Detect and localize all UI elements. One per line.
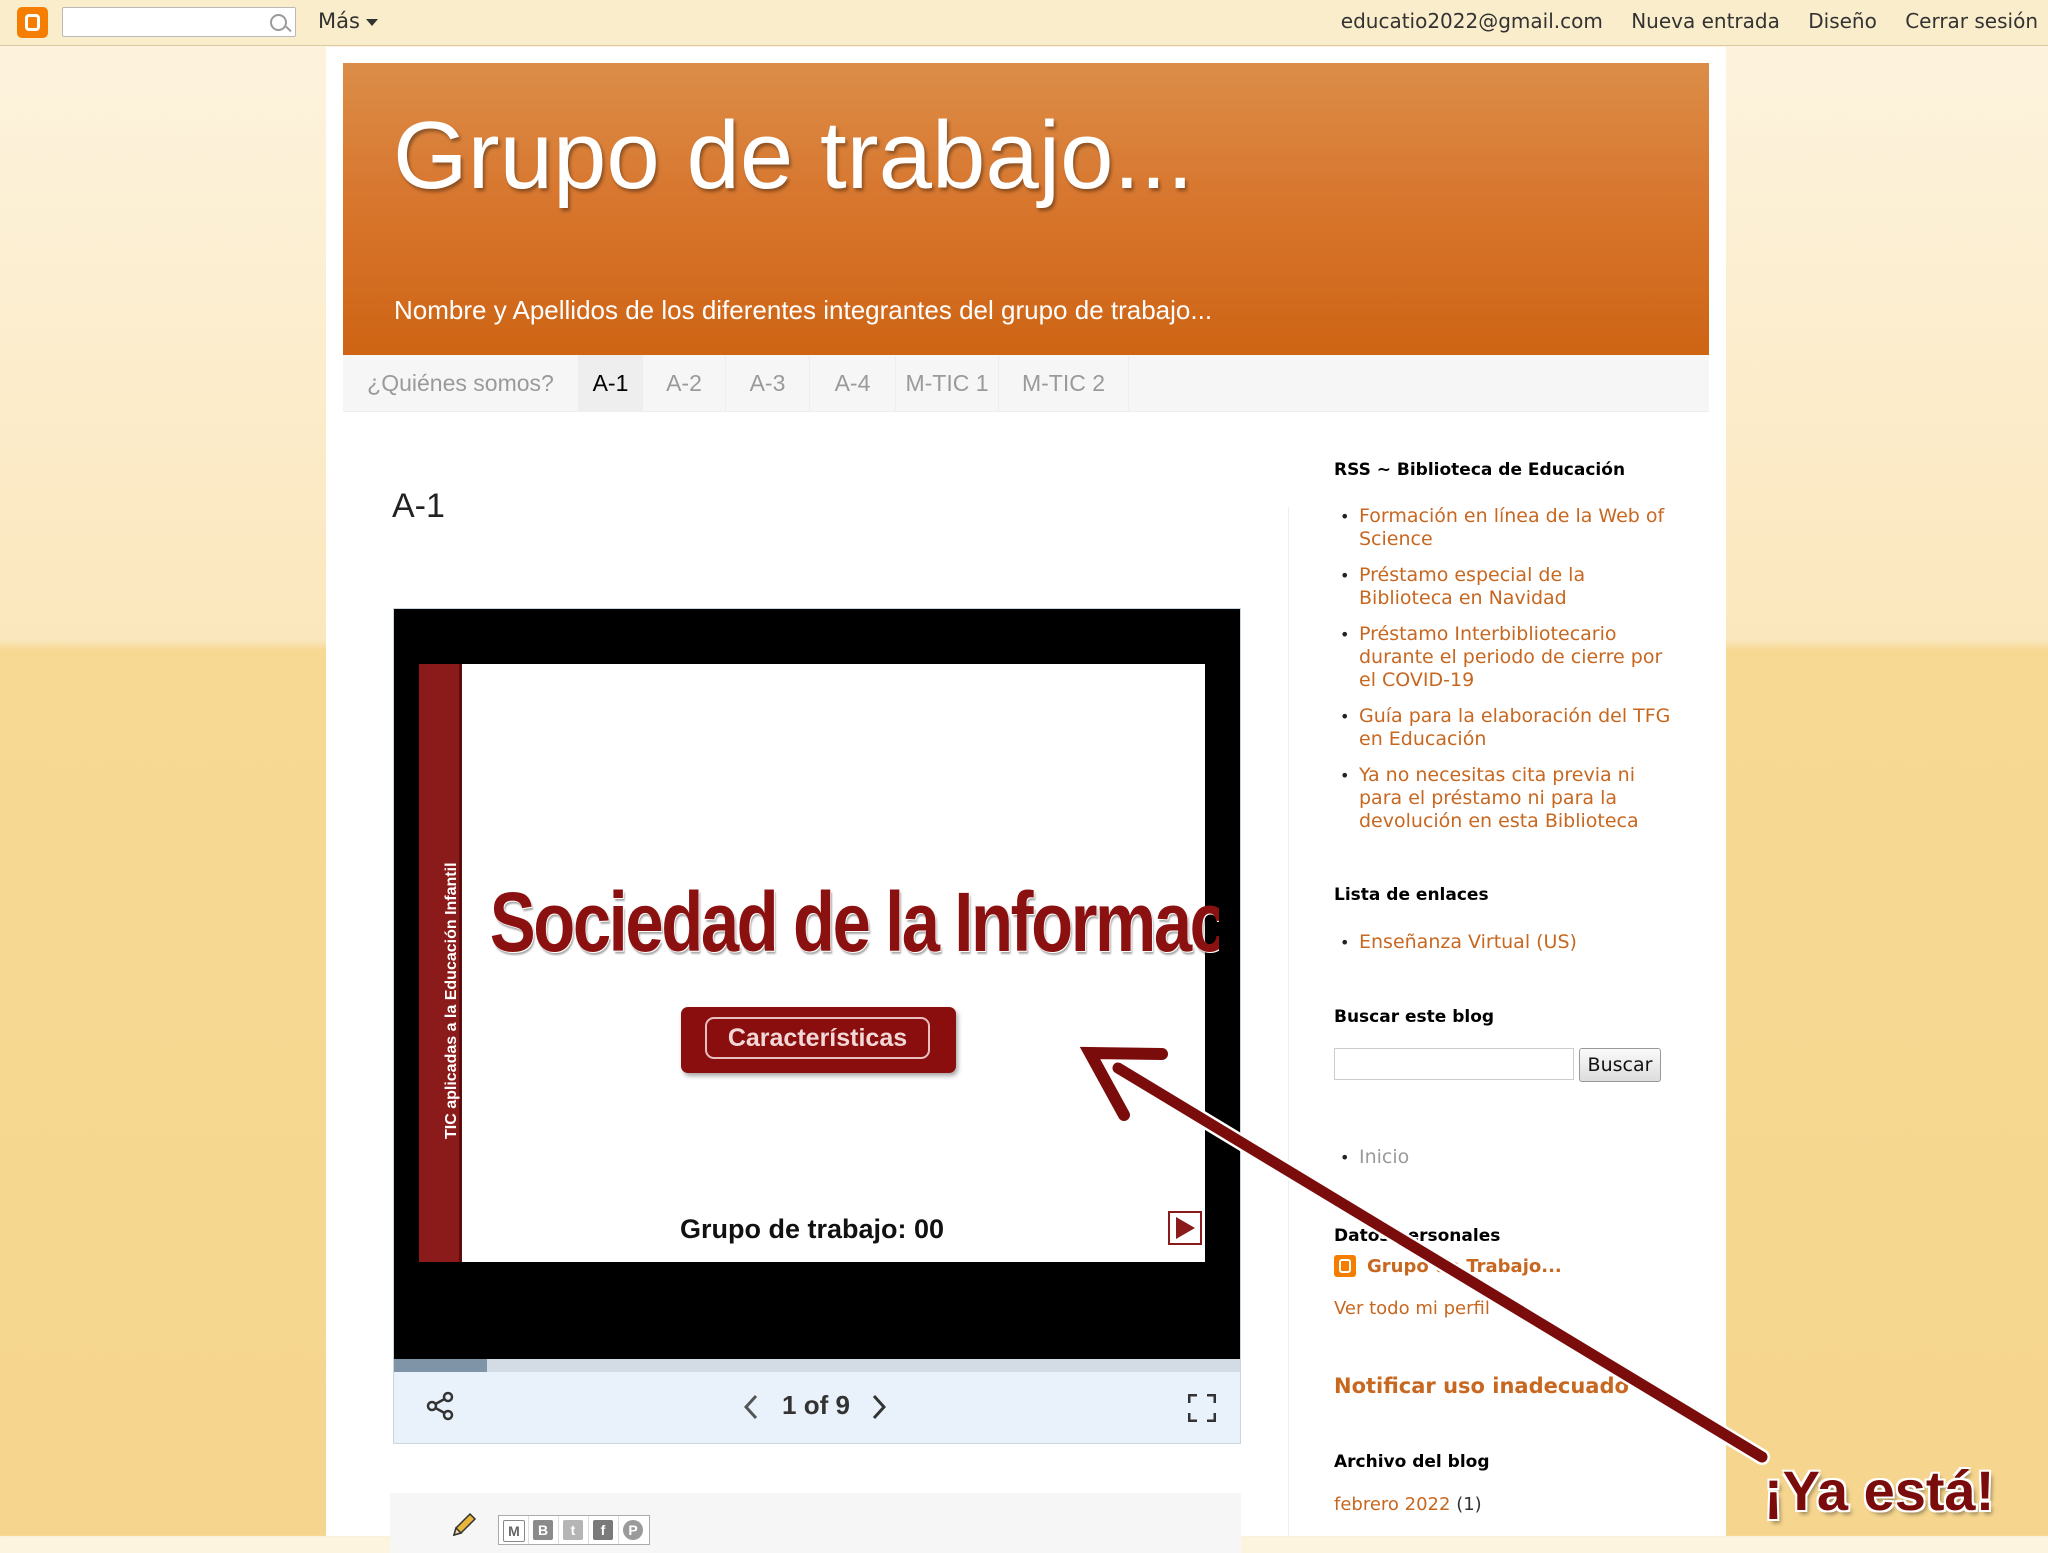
tab-a3[interactable]: A-3	[726, 355, 810, 411]
links-list: Enseñanza Virtual (US)	[1334, 931, 1674, 967]
blog-description: Nombre y Apellidos de los diferentes int…	[394, 295, 1213, 325]
page-indicator: 1 of 9	[782, 1390, 850, 1420]
archive-month-link[interactable]: febrero 2022	[1334, 1494, 1450, 1515]
rss-item[interactable]: Préstamo Interbibliotecario durante el p…	[1334, 623, 1674, 692]
slideshow-progress-fill	[394, 1359, 488, 1372]
rss-item[interactable]: Formación en línea de la Web of Science	[1334, 505, 1674, 551]
search-icon[interactable]	[270, 14, 287, 31]
sign-out-link[interactable]: Cerrar sesión	[1905, 9, 2038, 33]
slide-features-label: Características	[705, 1017, 930, 1059]
post-share-bar: M B t f P	[390, 1493, 1241, 1553]
links-heading: Lista de enlaces	[1334, 885, 1489, 905]
design-link[interactable]: Diseño	[1808, 9, 1877, 33]
rss-heading: RSS ~ Biblioteca de Educación	[1334, 460, 1626, 480]
pages-list: Inicio	[1334, 1146, 1674, 1182]
fullscreen-icon[interactable]	[1188, 1394, 1216, 1422]
rss-list: Formación en línea de la Web of Science …	[1334, 505, 1674, 846]
profile-heading: Datos personales	[1334, 1226, 1501, 1246]
facebook-share-icon[interactable]: f	[589, 1516, 619, 1544]
slide-frame: TIC aplicadas a la Educación Infantil So…	[394, 609, 1240, 1359]
blog-search-button[interactable]: Buscar	[1579, 1048, 1661, 1082]
edit-pencil-icon[interactable]	[450, 1511, 478, 1539]
blog-search-input[interactable]	[1334, 1048, 1574, 1080]
report-abuse-link[interactable]: Notificar uso inadecuado	[1334, 1374, 1629, 1398]
slideshow-progress-bar[interactable]	[394, 1359, 1240, 1372]
post-title: A-1	[392, 487, 445, 525]
blogger-logo-icon[interactable]	[17, 7, 48, 38]
user-email[interactable]: educatio2022@gmail.com	[1341, 9, 1603, 33]
rss-item[interactable]: Guía para la elaboración del TFG en Educ…	[1334, 705, 1674, 751]
pinterest-share-icon[interactable]: P	[619, 1516, 649, 1544]
blog-title[interactable]: Grupo de trabajo...	[393, 101, 1193, 211]
tab-a1[interactable]: A-1	[579, 355, 643, 411]
sidebar-divider	[1288, 507, 1289, 1536]
page-item-home[interactable]: Inicio	[1334, 1146, 1674, 1169]
next-slide-icon[interactable]	[872, 1394, 886, 1420]
slide-features-button[interactable]: Características	[681, 1007, 956, 1073]
navbar-search-input[interactable]	[62, 7, 296, 37]
email-share-icon[interactable]: M	[499, 1516, 529, 1544]
share-buttons: M B t f P	[498, 1515, 650, 1545]
blogthis-icon[interactable]: B	[529, 1516, 559, 1544]
chevron-down-icon	[365, 18, 378, 26]
more-menu-button[interactable]: Más	[318, 9, 378, 33]
navbar-user-links: educatio2022@gmail.com Nueva entrada Dis…	[1319, 9, 2038, 33]
slideshow-embed[interactable]: TIC aplicadas a la Educación Infantil So…	[393, 608, 1241, 1444]
blog-header: Grupo de trabajo... Nombre y Apellidos d…	[343, 63, 1709, 355]
tab-quienes-somos[interactable]: ¿Quiénes somos?	[343, 355, 579, 411]
profile-name-link[interactable]: Grupo de Trabajo...	[1367, 1256, 1562, 1277]
share-icon[interactable]	[424, 1390, 456, 1422]
archive-count: (1)	[1456, 1494, 1482, 1515]
page-tabs: ¿Quiénes somos? A-1 A-2 A-3 A-4 M-TIC 1 …	[343, 355, 1709, 412]
more-menu-label: Más	[318, 9, 360, 33]
blog-content: Grupo de trabajo... Nombre y Apellidos d…	[326, 47, 1726, 1553]
tab-a2[interactable]: A-2	[643, 355, 726, 411]
slide-canvas[interactable]: TIC aplicadas a la Educación Infantil So…	[419, 664, 1219, 1262]
blogger-navbar: Más educatio2022@gmail.com Nueva entrada…	[0, 0, 2048, 46]
previous-slide-icon[interactable]	[744, 1394, 758, 1420]
slide-title: Sociedad de la Información	[489, 875, 1219, 969]
link-item[interactable]: Enseñanza Virtual (US)	[1334, 931, 1674, 954]
view-profile-link[interactable]: Ver todo mi perfil	[1334, 1298, 1490, 1319]
slideshow-controls: 1 of 9	[394, 1372, 1240, 1443]
tab-a4[interactable]: A-4	[810, 355, 896, 411]
new-post-link[interactable]: Nueva entrada	[1631, 9, 1780, 33]
tab-mtic2[interactable]: M-TIC 2	[999, 355, 1129, 411]
archive-entry: febrero 2022 (1)	[1334, 1494, 1482, 1515]
tab-mtic1[interactable]: M-TIC 1	[896, 355, 999, 411]
slide-vertical-text: TIC aplicadas a la Educación Infantil	[443, 862, 460, 1139]
rss-item[interactable]: Préstamo especial de la Biblioteca en Na…	[1334, 564, 1674, 610]
slide-footer-text: Grupo de trabajo: 00	[679, 1214, 945, 1244]
annotation-callout: ¡Ya está!	[1764, 1459, 1995, 1522]
blogger-profile-icon	[1334, 1255, 1356, 1277]
rss-item[interactable]: Ya no necesitas cita previa ni para el p…	[1334, 764, 1674, 833]
slide-next-arrow-icon[interactable]	[1168, 1211, 1202, 1245]
search-heading: Buscar este blog	[1334, 1007, 1495, 1027]
archive-heading: Archivo del blog	[1334, 1452, 1490, 1472]
twitter-share-icon[interactable]: t	[559, 1516, 589, 1544]
